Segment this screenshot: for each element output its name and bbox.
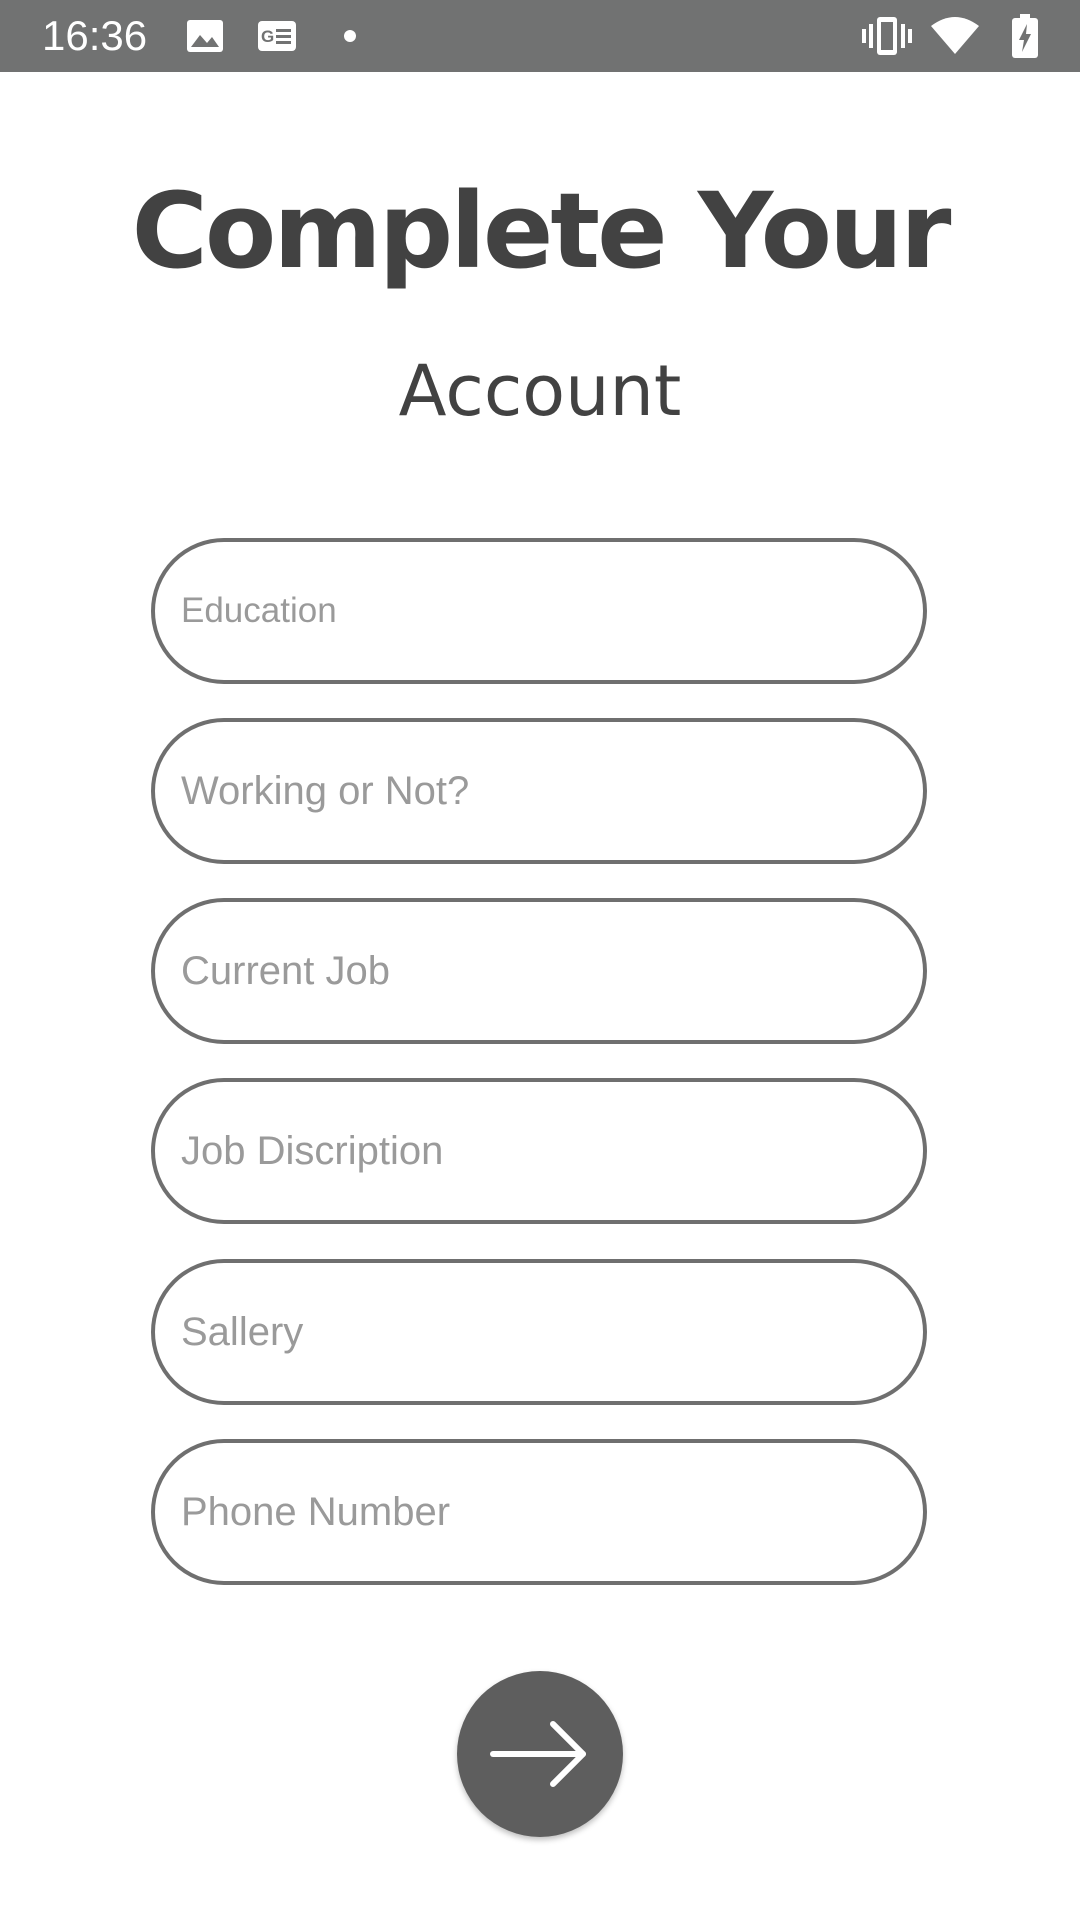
current-job-input[interactable] xyxy=(181,902,881,1040)
phone-number-input[interactable] xyxy=(181,1443,881,1581)
vibrate-icon xyxy=(861,14,913,63)
salary-field[interactable] xyxy=(151,1259,927,1405)
phone-number-field[interactable] xyxy=(151,1439,927,1585)
page-title: Complete Your xyxy=(131,170,952,292)
news-icon: G xyxy=(257,20,297,57)
working-status-input[interactable] xyxy=(181,722,881,860)
status-bar: 16:36 G xyxy=(0,0,1080,72)
job-description-field[interactable] xyxy=(151,1078,927,1224)
next-button[interactable] xyxy=(457,1671,623,1837)
wifi-icon xyxy=(930,16,980,61)
education-field[interactable] xyxy=(151,538,927,684)
image-icon xyxy=(186,19,224,58)
battery-charging-icon xyxy=(1011,14,1039,63)
page-subtitle: Account xyxy=(398,350,682,432)
dot-icon xyxy=(343,29,357,48)
job-description-input[interactable] xyxy=(181,1082,881,1220)
working-status-field[interactable] xyxy=(151,718,927,864)
current-job-field[interactable] xyxy=(151,898,927,1044)
status-time: 16:36 xyxy=(42,12,148,59)
salary-input[interactable] xyxy=(181,1263,881,1401)
education-input[interactable] xyxy=(181,542,881,680)
svg-text:G: G xyxy=(261,27,274,46)
arrow-right-icon xyxy=(490,1721,586,1787)
